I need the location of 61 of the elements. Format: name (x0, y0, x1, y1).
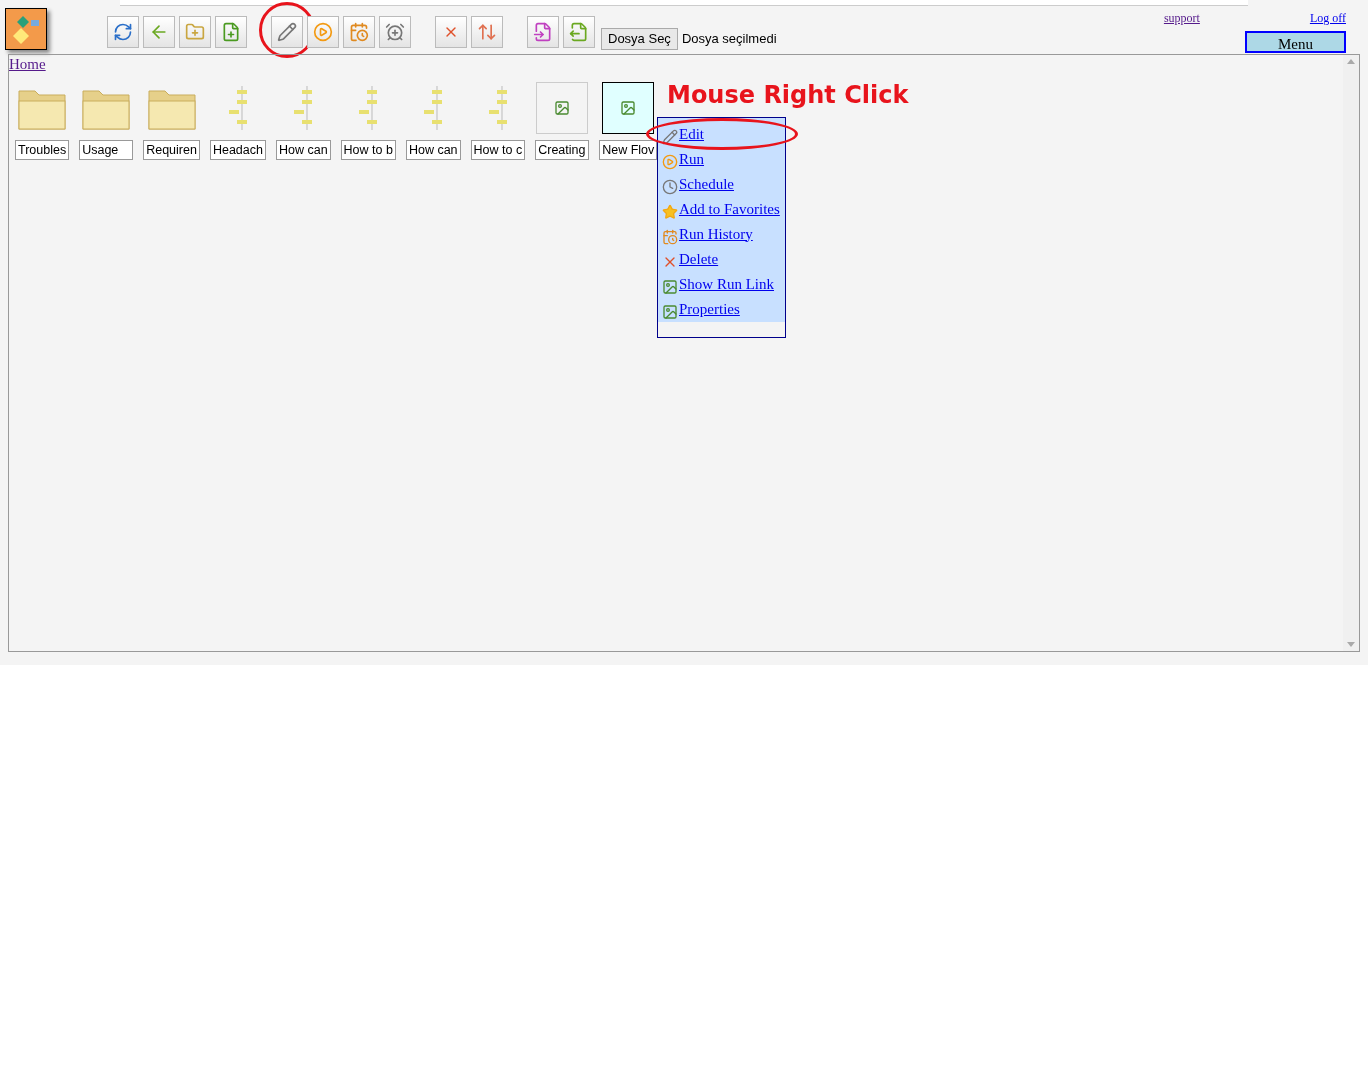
toolbar-button[interactable] (527, 16, 559, 48)
annotation-text: Mouse Right Click (667, 81, 909, 109)
toolbar-button[interactable] (471, 16, 503, 48)
item-label[interactable]: Requiren (143, 140, 200, 160)
item-label[interactable]: Usage (79, 140, 134, 160)
item-label[interactable]: New Flov (599, 140, 658, 160)
toolbar-button[interactable] (435, 16, 467, 48)
star-icon (662, 204, 678, 220)
header-link[interactable]: Log off (1309, 9, 1346, 27)
menu-button[interactable]: Menu (1245, 31, 1346, 53)
up-down-arrow-icon (477, 22, 497, 42)
flowchart-thumbnail (359, 86, 378, 130)
scroll-up-icon[interactable] (1347, 59, 1355, 64)
toolbar-button[interactable] (215, 16, 247, 48)
item-label[interactable]: How to b (340, 140, 396, 160)
flowchart-thumbnail (294, 86, 313, 130)
toolbar-button[interactable] (379, 16, 411, 48)
menu-item[interactable]: Delete (679, 247, 719, 270)
pencil-icon (662, 129, 678, 145)
menu-item[interactable]: Schedule (679, 172, 734, 195)
flowchart-thumbnail (424, 86, 443, 130)
scroll-down-icon[interactable] (1347, 642, 1355, 647)
flowchart-thumbnail (488, 86, 507, 130)
play-icon (662, 154, 678, 170)
clock-plus-icon (385, 22, 405, 42)
file-choose-button[interactable]: Dosya Seç (601, 28, 678, 50)
file-plus-icon (221, 22, 241, 42)
item-label[interactable]: How can (405, 140, 461, 160)
flowchart-thumbnail (228, 86, 247, 130)
toolbar-button[interactable] (307, 16, 339, 48)
toolbar-button[interactable] (563, 16, 595, 48)
file-status-text: Dosya seçilmedi (681, 30, 777, 49)
menu-item[interactable]: Properties (679, 297, 740, 320)
menu-item[interactable]: Run History (679, 222, 753, 245)
calendar-clock-icon (662, 229, 678, 245)
clock-icon (662, 179, 678, 195)
toolbar-button[interactable] (179, 16, 211, 48)
item-label[interactable]: How can (275, 140, 331, 160)
menu-item[interactable]: Edit (679, 122, 704, 145)
toolbar-button[interactable] (271, 16, 303, 48)
file-import-icon (533, 22, 553, 42)
app-logo (5, 8, 47, 50)
toolbar-button[interactable] (143, 16, 175, 48)
refresh-icon (113, 22, 133, 42)
file-export-icon (569, 22, 589, 42)
item-label[interactable]: Creating (535, 140, 590, 160)
calendar-clock-icon (349, 22, 369, 42)
play-icon (313, 22, 333, 42)
menu-item[interactable]: Show Run Link (679, 272, 774, 295)
breadcrumb-link[interactable]: Home (9, 53, 46, 76)
item-label[interactable]: How to c (470, 140, 526, 160)
item-label[interactable]: Troubles (15, 140, 70, 160)
item-thumbnail[interactable] (602, 82, 655, 134)
toolbar-button[interactable] (343, 16, 375, 48)
menu-item[interactable]: Add to Favorites (679, 197, 780, 220)
toolbar-button[interactable] (107, 16, 139, 48)
header-link[interactable]: support (1163, 9, 1200, 27)
folder-plus-icon (185, 22, 205, 42)
menu-item[interactable]: Run (679, 147, 704, 170)
item-label[interactable]: Headach (209, 140, 266, 160)
pencil-icon (277, 22, 297, 42)
